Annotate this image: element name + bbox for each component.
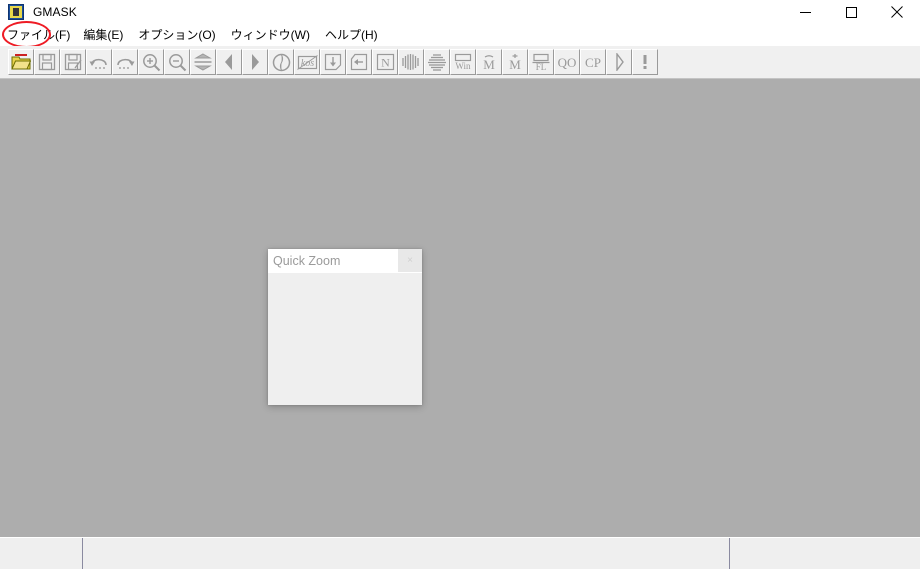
status-panel-center: [82, 538, 728, 569]
qo-icon[interactable]: QO: [554, 49, 580, 75]
m-bar-icon[interactable]: M: [476, 49, 502, 75]
cp-icon[interactable]: CP: [580, 49, 606, 75]
menu-file[interactable]: ファイル(F): [6, 24, 71, 46]
quick-zoom-window[interactable]: Quick Zoom ×: [268, 249, 422, 405]
insert-down-icon[interactable]: [320, 49, 346, 75]
open-folder-icon[interactable]: [8, 49, 34, 75]
menu-help[interactable]: ヘルプ(H): [324, 24, 379, 46]
zoom-out-icon[interactable]: [164, 49, 190, 75]
insert-left-icon[interactable]: [346, 49, 372, 75]
status-panel-right: [729, 538, 920, 569]
redo-icon[interactable]: [112, 49, 138, 75]
menu-options[interactable]: オプション(O): [137, 24, 216, 46]
fl-icon[interactable]: FL: [528, 49, 554, 75]
horizontal-lines-icon[interactable]: [424, 49, 450, 75]
save-as-icon[interactable]: [60, 49, 86, 75]
application-window: GMASK ファイル(F) 編集(E) オプション(O) ウィンドウ(W) ヘル…: [0, 0, 920, 569]
svg-text:N: N: [381, 56, 390, 70]
play-icon[interactable]: [606, 49, 632, 75]
save-icon[interactable]: [34, 49, 60, 75]
svg-text:M: M: [483, 57, 495, 71]
quick-zoom-title-bar[interactable]: Quick Zoom ×: [268, 249, 422, 273]
menu-bar: ファイル(F) 編集(E) オプション(O) ウィンドウ(W) ヘルプ(H): [0, 24, 920, 46]
mask-kor-icon[interactable]: kos: [294, 49, 320, 75]
window-title: GMASK: [33, 5, 77, 19]
info-icon[interactable]: [632, 49, 658, 75]
m-dot-icon[interactable]: M: [502, 49, 528, 75]
rotate-icon[interactable]: [268, 49, 294, 75]
quick-zoom-close-icon[interactable]: ×: [398, 249, 422, 272]
workspace-canvas[interactable]: Quick Zoom ×: [0, 79, 920, 537]
undo-icon[interactable]: [86, 49, 112, 75]
svg-text:CP: CP: [585, 55, 601, 70]
svg-text:M: M: [509, 57, 521, 71]
next-page-icon[interactable]: [242, 49, 268, 75]
window-controls: [782, 0, 920, 24]
previous-page-icon[interactable]: [216, 49, 242, 75]
win-icon[interactable]: Win: [450, 49, 476, 75]
svg-text:FL: FL: [536, 62, 547, 71]
fit-vertical-icon[interactable]: [190, 49, 216, 75]
menu-edit[interactable]: 編集(E): [82, 24, 124, 46]
maximize-icon[interactable]: [828, 0, 874, 24]
title-bar: GMASK: [0, 0, 920, 24]
n-box-icon[interactable]: N: [372, 49, 398, 75]
zoom-in-icon[interactable]: [138, 49, 164, 75]
gmask-app-icon: [8, 4, 24, 20]
status-panel-left: [0, 538, 81, 569]
svg-text:Win: Win: [455, 61, 471, 71]
vertical-lines-icon[interactable]: [398, 49, 424, 75]
status-bar: [0, 537, 920, 569]
toolbar: kos N Win M M FL QO CP: [0, 46, 920, 79]
minimize-icon[interactable]: [782, 0, 828, 24]
quick-zoom-body[interactable]: [268, 273, 422, 405]
quick-zoom-title: Quick Zoom: [273, 254, 341, 268]
svg-text:QO: QO: [558, 55, 577, 70]
close-icon[interactable]: [874, 0, 920, 24]
menu-window[interactable]: ウィンドウ(W): [230, 24, 311, 46]
